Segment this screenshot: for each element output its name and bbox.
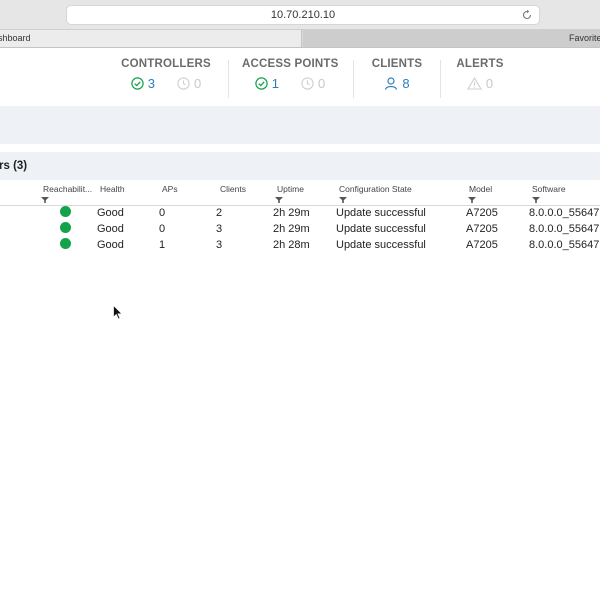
- cell-model: A7205: [466, 223, 498, 235]
- tab-favorites-label: Favorites: [568, 33, 600, 43]
- filter-band: [0, 106, 600, 144]
- cell-configuration-state: Update successful: [336, 223, 426, 235]
- tab-favorites[interactable]: Favorites: [303, 30, 600, 47]
- cell-clients: 3: [216, 239, 223, 251]
- stat-access-points[interactable]: ACCESS POINTS 1 0: [242, 58, 338, 91]
- controllers-up-count: 3: [147, 76, 155, 91]
- cell-aps: 1: [159, 239, 166, 251]
- divider: [228, 60, 229, 98]
- check-circle-icon: [255, 77, 268, 90]
- cell-model: A7205: [466, 207, 498, 219]
- user-icon: [385, 77, 398, 90]
- stat-clients-title: CLIENTS: [371, 58, 423, 70]
- browser-toolbar: 10.70.210.10: [0, 0, 600, 30]
- tab-strip: shboard Favorites: [0, 30, 600, 48]
- column-header-configuration-state[interactable]: Configuration State: [339, 184, 412, 194]
- address-bar[interactable]: 10.70.210.10: [66, 5, 540, 25]
- filter-icon[interactable]: [275, 197, 283, 203]
- cell-uptime: 2h 28m: [273, 239, 310, 251]
- tab-dashboard[interactable]: shboard: [0, 30, 302, 47]
- warning-triangle-icon: [466, 77, 482, 90]
- access-points-pending-count: 0: [318, 76, 326, 91]
- access-points-up-count: 1: [271, 76, 279, 91]
- column-header-aps[interactable]: APs: [162, 184, 178, 194]
- cell-uptime: 2h 29m: [273, 207, 310, 219]
- cell-software: 8.0.0.0_55647: [529, 223, 600, 235]
- controllers-pending-count: 0: [194, 76, 202, 91]
- cell-aps: 0: [159, 207, 166, 219]
- reachability-status-icon: [60, 206, 71, 217]
- filter-icon[interactable]: [468, 197, 476, 203]
- address-text: 10.70.210.10: [270, 9, 336, 21]
- column-header-health[interactable]: Health: [100, 184, 125, 194]
- filter-icon[interactable]: [339, 197, 347, 203]
- section-title: rs (3): [0, 160, 28, 172]
- filter-icon[interactable]: [532, 197, 540, 203]
- stat-controllers[interactable]: CONTROLLERS 3 0: [118, 58, 214, 91]
- column-header-reachability[interactable]: Reachabilit...: [43, 184, 92, 194]
- cell-model: A7205: [466, 239, 498, 251]
- cell-configuration-state: Update successful: [336, 207, 426, 219]
- stat-alerts[interactable]: ALERTS 0: [452, 58, 508, 91]
- section-header-band: [0, 152, 600, 180]
- stat-clients[interactable]: CLIENTS 8: [366, 58, 428, 91]
- summary-bar: CONTROLLERS 3 0 ACCESS POINTS 1 0 CLIENT…: [0, 58, 600, 102]
- cell-aps: 0: [159, 223, 166, 235]
- cell-health: Good: [97, 207, 124, 219]
- stat-access-points-title: ACCESS POINTS: [242, 58, 339, 70]
- check-circle-icon: [131, 77, 144, 90]
- cell-software: 8.0.0.0_55647: [529, 239, 600, 251]
- divider: [353, 60, 354, 98]
- clock-circle-icon: [177, 77, 190, 90]
- column-header-model[interactable]: Model: [469, 184, 492, 194]
- divider: [440, 60, 441, 98]
- cell-clients: 2: [216, 207, 223, 219]
- mouse-cursor-icon: [113, 305, 123, 320]
- reachability-status-icon: [60, 238, 71, 249]
- alerts-count: 0: [485, 76, 494, 91]
- filter-icon[interactable]: [41, 197, 49, 203]
- cell-uptime: 2h 29m: [273, 223, 310, 235]
- reachability-status-icon: [60, 222, 71, 233]
- tab-dashboard-label: shboard: [0, 33, 31, 43]
- column-header-software[interactable]: Software: [532, 184, 566, 194]
- table-header-divider: [0, 205, 600, 206]
- column-header-clients[interactable]: Clients: [220, 184, 246, 194]
- cell-health: Good: [97, 239, 124, 251]
- cell-clients: 3: [216, 223, 223, 235]
- reload-icon[interactable]: [521, 9, 533, 21]
- cell-software: 8.0.0.0_55647: [529, 207, 600, 219]
- cell-configuration-state: Update successful: [336, 239, 426, 251]
- cell-health: Good: [97, 223, 124, 235]
- column-header-uptime[interactable]: Uptime: [277, 184, 304, 194]
- clock-circle-icon: [301, 77, 314, 90]
- stat-alerts-title: ALERTS: [456, 58, 504, 70]
- clients-count: 8: [402, 76, 410, 91]
- stat-controllers-title: CONTROLLERS: [121, 58, 211, 70]
